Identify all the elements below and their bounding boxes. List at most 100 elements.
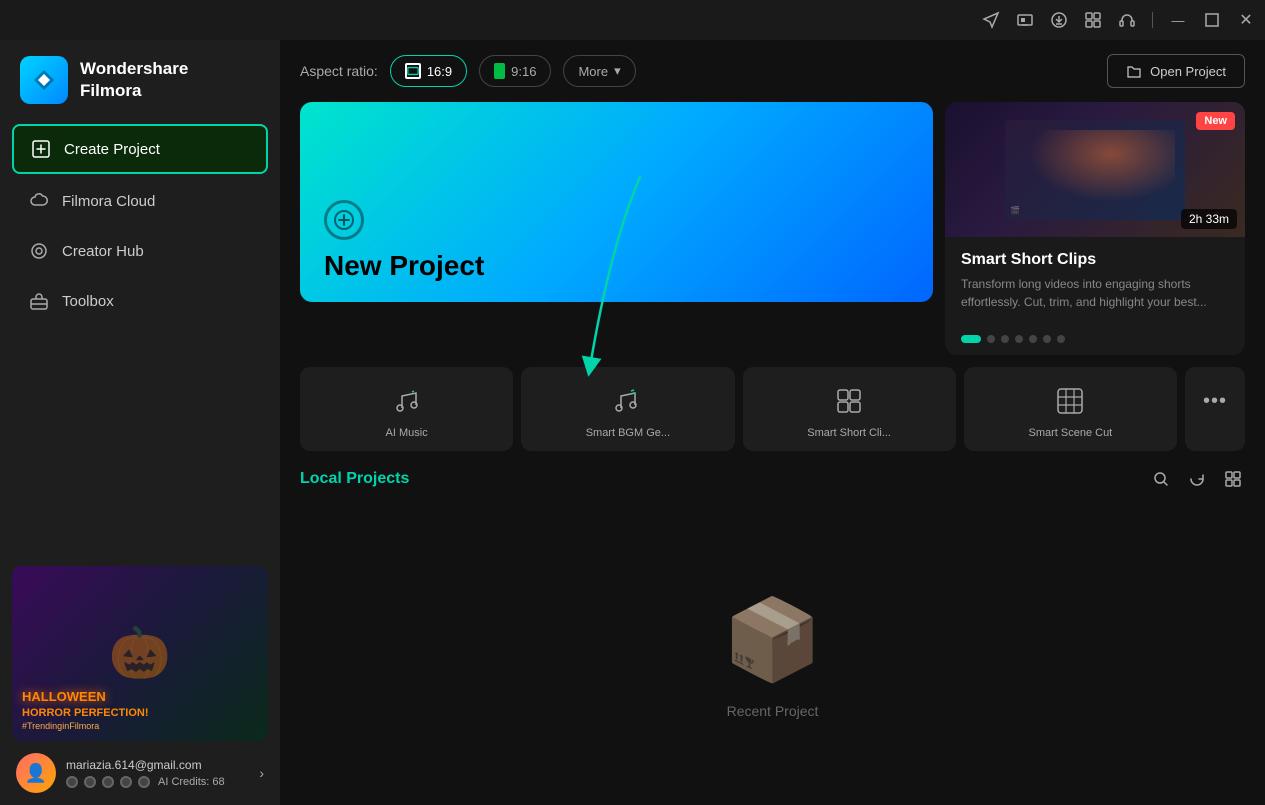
topbar: Aspect ratio: 16:9 9:16 More ▾ bbox=[280, 40, 1265, 102]
credit-dot-5 bbox=[138, 776, 150, 788]
logo-icon bbox=[20, 56, 68, 104]
carousel-dot-2[interactable] bbox=[987, 335, 995, 343]
smart-scene-icon bbox=[1052, 383, 1088, 419]
titlebar-tools: — ✕ bbox=[982, 11, 1255, 29]
quick-actions: AI Music Smart BGM Ge... bbox=[280, 367, 1265, 467]
action-ai-music[interactable]: AI Music bbox=[300, 367, 513, 451]
screen-icon[interactable] bbox=[1016, 11, 1034, 29]
carousel-dot-6[interactable] bbox=[1043, 335, 1051, 343]
user-details: mariazia.614@gmail.com AI Credits: 68 bbox=[66, 758, 249, 788]
action-smart-short[interactable]: Smart Short Cli... bbox=[743, 367, 956, 451]
close-button[interactable]: ✕ bbox=[1237, 11, 1255, 29]
feature-image: 🎬 New 2h 33m bbox=[945, 102, 1245, 237]
section-header: Local Projects bbox=[300, 467, 1245, 491]
creator-hub-icon bbox=[28, 240, 50, 262]
banner-subtitle: HORROR PERFECTION! bbox=[22, 707, 149, 719]
sidebar-item-label: Create Project bbox=[64, 141, 160, 158]
carousel-dot-5[interactable] bbox=[1029, 335, 1037, 343]
open-project-button[interactable]: Open Project bbox=[1107, 54, 1245, 88]
empty-state-text: Recent Project bbox=[727, 703, 819, 719]
open-project-label: Open Project bbox=[1150, 64, 1226, 79]
toolbox-icon bbox=[28, 290, 50, 312]
download-icon[interactable] bbox=[1050, 11, 1068, 29]
aspect-16-9-label: 16:9 bbox=[427, 64, 452, 79]
ai-music-icon bbox=[389, 383, 425, 419]
minimize-button[interactable]: — bbox=[1169, 11, 1187, 29]
feature-description: Transform long videos into engaging shor… bbox=[961, 275, 1229, 311]
action-label: Smart Scene Cut bbox=[974, 427, 1167, 439]
credit-dot-1 bbox=[66, 776, 78, 788]
banner-title: HALLOWEEN bbox=[22, 689, 149, 705]
action-label: AI Music bbox=[310, 427, 503, 439]
new-project-title: New Project bbox=[324, 250, 909, 282]
smart-short-icon bbox=[831, 383, 867, 419]
sidebar: Wondershare Filmora Create Project bbox=[0, 40, 280, 805]
empty-box-icon: 📦 bbox=[723, 593, 823, 687]
sidebar-item-creator-hub[interactable]: Creator Hub bbox=[12, 228, 268, 274]
sidebar-item-label: Toolbox bbox=[62, 293, 114, 310]
sidebar-banner[interactable]: 🎃 HALLOWEEN HORROR PERFECTION! #Trending… bbox=[12, 566, 268, 741]
sidebar-item-filmora-cloud[interactable]: Filmora Cloud bbox=[12, 178, 268, 224]
feature-card: 🎬 New 2h 33m Smart Short Clips Transform… bbox=[945, 102, 1245, 355]
maximize-button[interactable] bbox=[1203, 11, 1221, 29]
carousel-dot-3[interactable] bbox=[1001, 335, 1009, 343]
feature-content: Smart Short Clips Transform long videos … bbox=[945, 237, 1245, 325]
credit-dot-2 bbox=[84, 776, 96, 788]
action-label: Smart BGM Ge... bbox=[531, 427, 724, 439]
more-label: More bbox=[578, 64, 608, 79]
section-actions bbox=[1149, 467, 1245, 491]
user-credits: AI Credits: 68 bbox=[66, 776, 249, 788]
landscape-icon bbox=[405, 63, 421, 79]
sidebar-item-create-project[interactable]: Create Project bbox=[12, 124, 268, 174]
new-badge: New bbox=[1196, 112, 1235, 130]
smart-bgm-icon bbox=[610, 383, 646, 419]
credit-dot-3 bbox=[102, 776, 114, 788]
aspect-9-16-button[interactable]: 9:16 bbox=[479, 55, 551, 87]
project-area: New Project 🎬 New 2h 33m bbox=[280, 102, 1265, 367]
carousel-dot-1[interactable] bbox=[961, 335, 981, 343]
create-project-icon bbox=[30, 138, 52, 160]
action-smart-scene[interactable]: Smart Scene Cut bbox=[964, 367, 1177, 451]
quick-actions-wrapper: AI Music Smart BGM Ge... bbox=[280, 367, 1265, 467]
more-aspect-button[interactable]: More ▾ bbox=[563, 55, 635, 87]
aspect-9-16-label: 9:16 bbox=[511, 64, 536, 79]
carousel-dots bbox=[945, 325, 1245, 355]
sidebar-item-label: Filmora Cloud bbox=[62, 193, 155, 210]
credit-dot-4 bbox=[120, 776, 132, 788]
chevron-right-icon[interactable]: › bbox=[259, 765, 264, 781]
duration-badge: 2h 33m bbox=[1181, 209, 1237, 229]
new-project-card[interactable]: New Project bbox=[300, 102, 933, 302]
aspect-ratio-label: Aspect ratio: bbox=[300, 63, 378, 79]
action-more[interactable]: ••• bbox=[1185, 367, 1245, 451]
section-title: Local Projects bbox=[300, 470, 409, 488]
main-layout: Wondershare Filmora Create Project bbox=[0, 40, 1265, 805]
grid-icon[interactable] bbox=[1084, 11, 1102, 29]
user-info[interactable]: 👤 mariazia.614@gmail.com AI Credits: 68 … bbox=[0, 741, 280, 805]
chevron-down-icon: ▾ bbox=[614, 63, 621, 79]
sidebar-item-label: Creator Hub bbox=[62, 243, 144, 260]
search-icon[interactable] bbox=[1149, 467, 1173, 491]
app-name: Wondershare Filmora bbox=[80, 58, 188, 102]
carousel-dot-4[interactable] bbox=[1015, 335, 1023, 343]
credits-text: AI Credits: 68 bbox=[158, 776, 225, 788]
headset-icon[interactable] bbox=[1118, 11, 1136, 29]
aspect-16-9-button[interactable]: 16:9 bbox=[390, 55, 467, 87]
carousel-dot-7[interactable] bbox=[1057, 335, 1065, 343]
avatar: 👤 bbox=[16, 753, 56, 793]
sidebar-item-toolbox[interactable]: Toolbox bbox=[12, 278, 268, 324]
titlebar-divider bbox=[1152, 12, 1153, 28]
local-projects-section: Local Projects bbox=[280, 467, 1265, 805]
user-email: mariazia.614@gmail.com bbox=[66, 758, 249, 772]
feature-title: Smart Short Clips bbox=[961, 251, 1229, 269]
empty-state: 📦 Recent Project bbox=[300, 507, 1245, 805]
sidebar-nav: Create Project Filmora Cloud bbox=[0, 124, 280, 324]
banner-tag: #TrendinginFilmora bbox=[22, 721, 149, 731]
send-icon[interactable] bbox=[982, 11, 1000, 29]
titlebar: — ✕ bbox=[0, 0, 1265, 40]
action-smart-bgm[interactable]: Smart BGM Ge... bbox=[521, 367, 734, 451]
action-label: Smart Short Cli... bbox=[753, 427, 946, 439]
portrait-icon bbox=[494, 63, 505, 79]
cloud-icon bbox=[28, 190, 50, 212]
view-toggle-icon[interactable] bbox=[1221, 467, 1245, 491]
refresh-icon[interactable] bbox=[1185, 467, 1209, 491]
